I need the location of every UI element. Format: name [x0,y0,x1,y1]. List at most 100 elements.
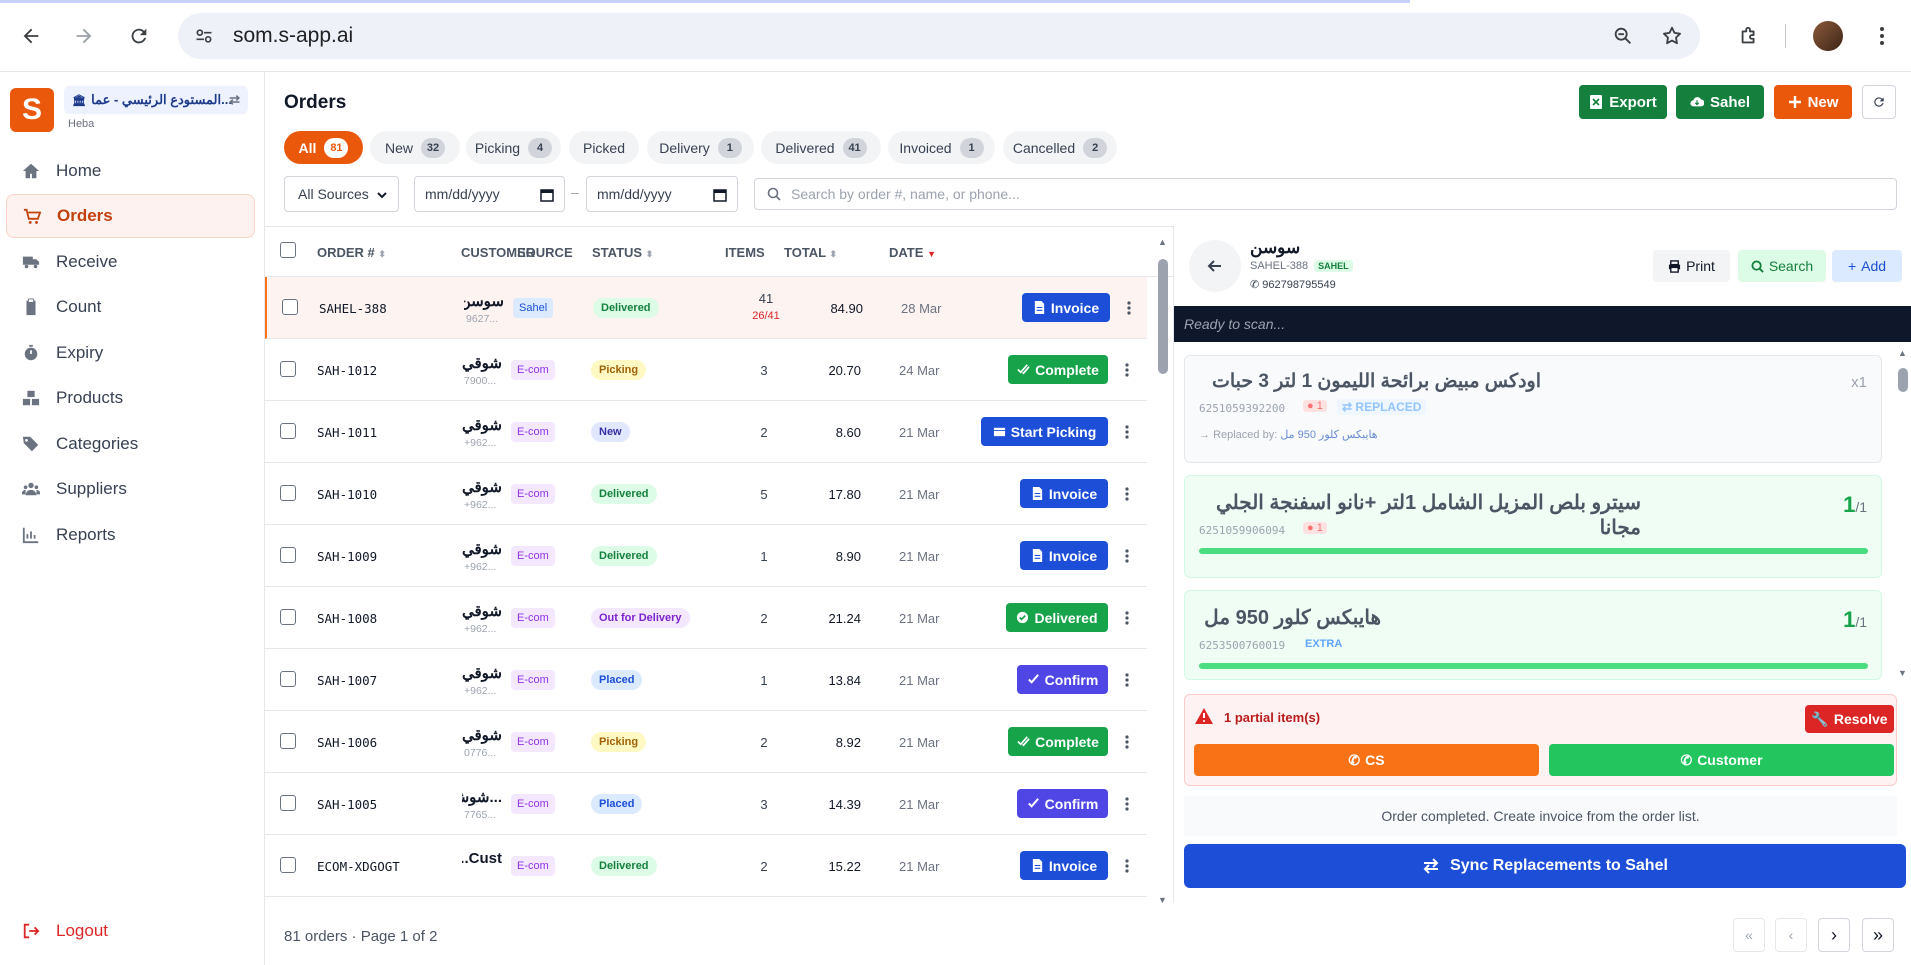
contact-cs-button[interactable]: ✆ CS [1194,744,1539,776]
column-header-status[interactable]: STATUS ⬍ [592,245,653,260]
order-number[interactable]: SAH-1007 [317,673,377,688]
sidebar-item-orders[interactable]: Orders [6,194,255,238]
row-action-button[interactable]: Delivered [1006,603,1108,632]
sahel-button[interactable]: Sahel [1676,85,1764,119]
tab-delivered[interactable]: Delivered 41 [761,131,881,164]
table-row[interactable]: SAH-1005 ...شوش 7765... E-com Placed 3 14.39 21… [265,773,1147,835]
prev-page-button[interactable]: ‹ [1775,918,1807,952]
browser-menu-icon[interactable] [1866,20,1898,52]
column-header-source[interactable]: SOURCE [517,245,573,260]
tab-all[interactable]: All 81 [284,131,363,164]
add-item-button[interactable]: + Add [1832,250,1902,282]
table-row[interactable]: SAH-1007 شوقي +962... E-com Placed 1 13.84 21 M… [265,649,1147,711]
order-number[interactable]: SAH-1005 [317,797,377,812]
row-menu-icon[interactable] [1120,484,1134,504]
column-header-total[interactable]: TOTAL ⬍ [784,245,837,260]
sync-replacements-button[interactable]: Sync Replacements to Sahel [1184,844,1906,888]
order-number[interactable]: SAH-1009 [317,549,377,564]
scroll-down-icon[interactable]: ▼ [1898,668,1907,678]
row-menu-icon[interactable] [1120,794,1134,814]
order-number[interactable]: SAH-1011 [317,425,377,440]
pick-item-card[interactable]: هايبكس كلور 950 مل 1/1 6253500760019 EXT… [1184,590,1882,680]
export-button[interactable]: Export [1579,85,1667,119]
tab-delivery[interactable]: Delivery 1 [647,131,754,164]
pick-item-card[interactable]: سيترو بلص المزيل الشامل 1لتر +نانو اسفنج… [1184,475,1882,578]
row-checkbox[interactable] [280,733,296,749]
row-action-button[interactable]: Start Picking [981,417,1108,446]
tab-new[interactable]: New 32 [370,131,460,164]
zoom-icon[interactable] [1607,20,1639,52]
row-checkbox[interactable] [280,609,296,625]
row-menu-icon[interactable] [1120,732,1134,752]
sidebar-item-products[interactable]: Products [6,376,255,420]
row-checkbox[interactable] [280,795,296,811]
tab-invoiced[interactable]: Invoiced 1 [888,131,995,164]
row-menu-icon[interactable] [1120,856,1134,876]
contact-customer-button[interactable]: ✆ Customer [1549,744,1894,776]
new-order-button[interactable]: New [1774,85,1852,119]
row-checkbox[interactable] [280,485,296,501]
select-all-checkbox[interactable] [280,242,296,258]
first-page-button[interactable]: « [1733,918,1765,952]
extensions-icon[interactable] [1733,20,1765,52]
row-checkbox[interactable] [280,423,296,439]
print-button[interactable]: Print [1653,250,1730,282]
store-switcher[interactable]: 🏛 ...المستودع الرئيسي - عمان ⇄ [64,86,248,114]
table-row[interactable]: SAH-1009 شوقي +962... E-com Delivered 1 8.90 21… [265,525,1147,587]
panel-back-button[interactable] [1189,240,1241,292]
row-menu-icon[interactable] [1120,422,1134,442]
search-input[interactable]: Search by order #, name, or phone... [754,178,1897,210]
calendar-icon[interactable] [540,188,554,202]
column-header-order[interactable]: ORDER # ⬍ [317,245,386,260]
sidebar-item-expiry[interactable]: Expiry [6,331,255,375]
app-logo[interactable]: S [10,88,54,132]
table-row[interactable]: SAHEL-388 سوسن 9627... Sahel Delivered 41 26/4… [265,277,1147,339]
items-scroll-thumb[interactable] [1898,368,1908,392]
back-icon[interactable] [15,20,47,52]
profile-avatar[interactable] [1813,21,1843,51]
table-scroll-thumb[interactable] [1158,259,1168,374]
table-row[interactable]: SAH-1012 شوقي 7900... E-com Picking 3 20.70 24 … [265,339,1147,401]
scroll-up-icon[interactable]: ▲ [1898,348,1907,358]
row-checkbox[interactable] [280,547,296,563]
order-number[interactable]: SAH-1010 [317,487,377,502]
table-row[interactable]: ECOM-XDGOGT Cust... E-com Delivered 2 15.22 21… [265,835,1147,897]
logout-button[interactable]: Logout [22,921,108,941]
scan-input[interactable]: Ready to scan... [1174,306,1911,342]
row-menu-icon[interactable] [1120,360,1134,380]
row-action-button[interactable]: Invoice [1020,541,1108,570]
reload-icon[interactable] [123,20,155,52]
row-action-button[interactable]: Complete [1008,355,1108,384]
order-number[interactable]: SAH-1012 [317,363,377,378]
sidebar-item-categories[interactable]: Categories [6,422,255,466]
row-action-button[interactable]: Confirm [1017,789,1108,818]
address-bar[interactable] [178,13,1700,59]
tab-picking[interactable]: Picking 4 [466,131,561,164]
table-scrollbar[interactable]: ▲ ▼ [1155,235,1171,905]
row-action-button[interactable]: Confirm [1017,665,1108,694]
row-menu-icon[interactable] [1120,546,1134,566]
url-text[interactable]: som.s-app.ai [233,24,353,48]
row-menu-icon[interactable] [1120,608,1134,628]
date-to-input[interactable]: mm/dd/yyyy [586,176,738,212]
row-action-button[interactable]: Complete [1008,727,1108,756]
order-number[interactable]: SAH-1006 [317,735,377,750]
row-menu-icon[interactable] [1122,298,1136,318]
sidebar-item-reports[interactable]: Reports [6,513,255,557]
items-scrollbar[interactable]: ▲ ▼ [1896,348,1910,678]
row-checkbox[interactable] [280,671,296,687]
scroll-down-icon[interactable]: ▼ [1158,895,1167,905]
sidebar-item-suppliers[interactable]: Suppliers [6,467,255,511]
last-page-button[interactable]: » [1862,918,1894,952]
search-item-button[interactable]: Search [1738,250,1826,282]
tab-picked[interactable]: Picked [569,131,639,164]
calendar-icon[interactable] [713,188,727,202]
bookmark-star-icon[interactable] [1656,20,1688,52]
order-number[interactable]: SAH-1008 [317,611,377,626]
sidebar-item-receive[interactable]: Receive [6,240,255,284]
row-checkbox[interactable] [280,857,296,873]
row-action-button[interactable]: Invoice [1020,851,1108,880]
row-checkbox[interactable] [280,361,296,377]
table-row[interactable]: SAH-1010 شوقي +962... E-com Delivered 5 17.80 2… [265,463,1147,525]
row-menu-icon[interactable] [1120,670,1134,690]
